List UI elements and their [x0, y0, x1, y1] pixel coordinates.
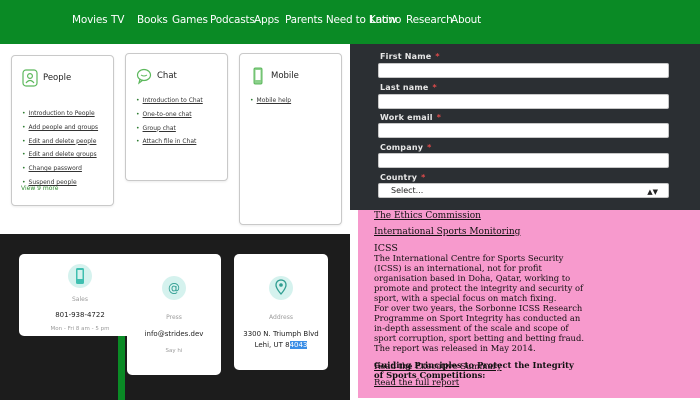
full-report-link[interactable]: Read the full report: [374, 378, 459, 388]
help-topics-section: People Introduction to People Add people…: [0, 44, 350, 234]
work-email-field[interactable]: [378, 123, 669, 138]
address-text: Lehi, UT 8: [254, 341, 290, 349]
article-paragraph-line: promote and protect the integrity and se…: [374, 283, 584, 293]
last-name-field[interactable]: [378, 94, 669, 109]
chat-icon: [136, 67, 152, 85]
view-more-link[interactable]: View 9 more: [21, 185, 58, 192]
company-label: Company *: [380, 143, 432, 152]
article-paragraph-line: sport corruption, sport betting and bett…: [374, 333, 584, 343]
nav-item-about[interactable]: About: [451, 14, 481, 26]
field-label-text: First Name: [380, 52, 432, 61]
help-link[interactable]: Introduction to Chat: [136, 94, 203, 108]
field-label-text: Country: [380, 173, 418, 182]
nav-list: Movies TV Books Games Podcasts Apps Pare…: [0, 0, 700, 44]
help-card-people: People Introduction to People Add people…: [11, 55, 114, 206]
required-marker: *: [432, 83, 437, 92]
contact-say-hi: Say hi: [165, 348, 183, 354]
article-paragraph-line: For over two years, the Sorbonne ICSS Re…: [374, 303, 583, 313]
help-link-list: Introduction to Chat One-to-one chat Gro…: [136, 94, 203, 149]
nav-item-podcasts[interactable]: Podcasts: [210, 14, 255, 26]
required-marker: *: [436, 113, 442, 122]
phone-icon: [68, 264, 92, 288]
people-icon: [22, 69, 38, 87]
contact-card-address: Address 3300 N. Triumph Blvd Lehi, UT 84…: [234, 254, 328, 370]
top-nav: Movies TV Books Games Podcasts Apps Pare…: [0, 0, 700, 44]
help-card-title: People: [43, 73, 72, 83]
article-paragraph-line: The report was released in May 2014.: [374, 343, 536, 353]
field-label-text: Work email: [380, 113, 433, 122]
mobile-icon: [250, 67, 266, 85]
at-sign-icon: @: [162, 276, 186, 300]
help-link[interactable]: Group chat: [136, 122, 203, 136]
field-label-text: Company: [380, 143, 424, 152]
help-card-mobile: Mobile Mobile help: [239, 53, 342, 225]
article-paragraph-line: organisation based in Doha, Qatar, worki…: [374, 273, 571, 283]
ethics-commission-link[interactable]: The Ethics Commission: [374, 211, 481, 221]
nav-item-apps[interactable]: Apps: [254, 14, 279, 26]
nav-item-books[interactable]: Books: [137, 14, 168, 26]
help-link[interactable]: Edit and delete people: [22, 135, 98, 149]
svg-text:@: @: [168, 281, 180, 295]
help-card-chat: Chat Introduction to Chat One-to-one cha…: [125, 53, 228, 181]
work-email-label: Work email *: [380, 113, 441, 122]
nav-item-research[interactable]: Research: [406, 14, 453, 26]
first-name-field[interactable]: [378, 63, 669, 78]
company-field[interactable]: [378, 153, 669, 168]
contact-email[interactable]: info@strides.dev: [127, 330, 221, 338]
help-card-title: Mobile: [271, 71, 299, 81]
contact-label: Address: [269, 314, 293, 321]
last-name-label: Last name *: [380, 83, 437, 92]
location-pin-icon: [269, 276, 293, 300]
help-link[interactable]: Add people and groups: [22, 121, 99, 135]
sports-monitoring-link[interactable]: International Sports Monitoring: [374, 227, 520, 237]
contact-phone[interactable]: 801-938-4722: [19, 311, 141, 319]
article-paragraph-line: in-depth assessment of the scale and sco…: [374, 323, 569, 333]
help-link[interactable]: Attach file in Chat: [136, 135, 203, 149]
help-card-header: Mobile: [250, 66, 299, 86]
nav-item-latino[interactable]: Latino: [370, 14, 401, 26]
article-paragraph-line: The International Centre for Sports Secu…: [374, 253, 564, 263]
required-marker: *: [421, 173, 426, 182]
contact-address-line2[interactable]: Lehi, UT 84043: [234, 341, 328, 349]
nav-item-tv[interactable]: TV: [111, 14, 124, 26]
nav-item-games[interactable]: Games: [172, 14, 208, 26]
help-link[interactable]: Change password: [22, 162, 98, 176]
contact-card-sales: Sales 801-938-4722 Mon - Fri 8 am - 5 pm: [19, 254, 141, 336]
first-name-label: First Name *: [380, 52, 440, 61]
contact-label: Press: [166, 314, 182, 321]
required-marker: *: [435, 52, 440, 61]
field-label-text: Last name: [380, 83, 429, 92]
required-marker: *: [427, 143, 432, 152]
executive-summary-link[interactable]: Read the Executive Summary: [374, 362, 502, 372]
article-panel: The Ethics Commission International Spor…: [350, 210, 700, 400]
country-select[interactable]: Select... ▲▼: [378, 183, 669, 198]
country-label: Country *: [380, 173, 426, 182]
select-arrows-icon: ▲▼: [647, 188, 658, 196]
contact-hours: Mon - Fri 8 am - 5 pm: [50, 326, 110, 332]
contact-address-line1[interactable]: 3300 N. Triumph Blvd: [234, 330, 328, 338]
help-link[interactable]: Introduction to People: [22, 107, 98, 121]
country-select-value: Select...: [391, 186, 424, 195]
help-link[interactable]: One-to-one chat: [136, 108, 203, 122]
help-card-title: Chat: [157, 71, 177, 81]
article-paragraph-line: (ICSS) is an international, not for prof…: [374, 263, 542, 273]
help-card-header: People: [22, 68, 71, 88]
help-link-list: Introduction to People Add people and gr…: [22, 107, 99, 190]
nav-item-movies[interactable]: Movies: [72, 14, 108, 26]
contact-card-press: @ Press info@strides.dev Say hi: [127, 254, 221, 375]
help-card-header: Chat: [136, 66, 177, 86]
help-link-list: Mobile help: [250, 94, 292, 108]
help-link[interactable]: Edit and delete groups: [22, 148, 98, 162]
article-paragraph-line: Programme on Sport Integrity has conduct…: [374, 313, 581, 323]
selected-text-highlight: 4043: [289, 341, 308, 349]
signup-form: First Name * Last name * Work email * Compa…: [350, 44, 700, 210]
contact-label: Sales: [72, 296, 88, 303]
help-link[interactable]: Mobile help: [250, 94, 292, 108]
article-paragraph-line: sport, with a special focus on match fix…: [374, 293, 557, 303]
